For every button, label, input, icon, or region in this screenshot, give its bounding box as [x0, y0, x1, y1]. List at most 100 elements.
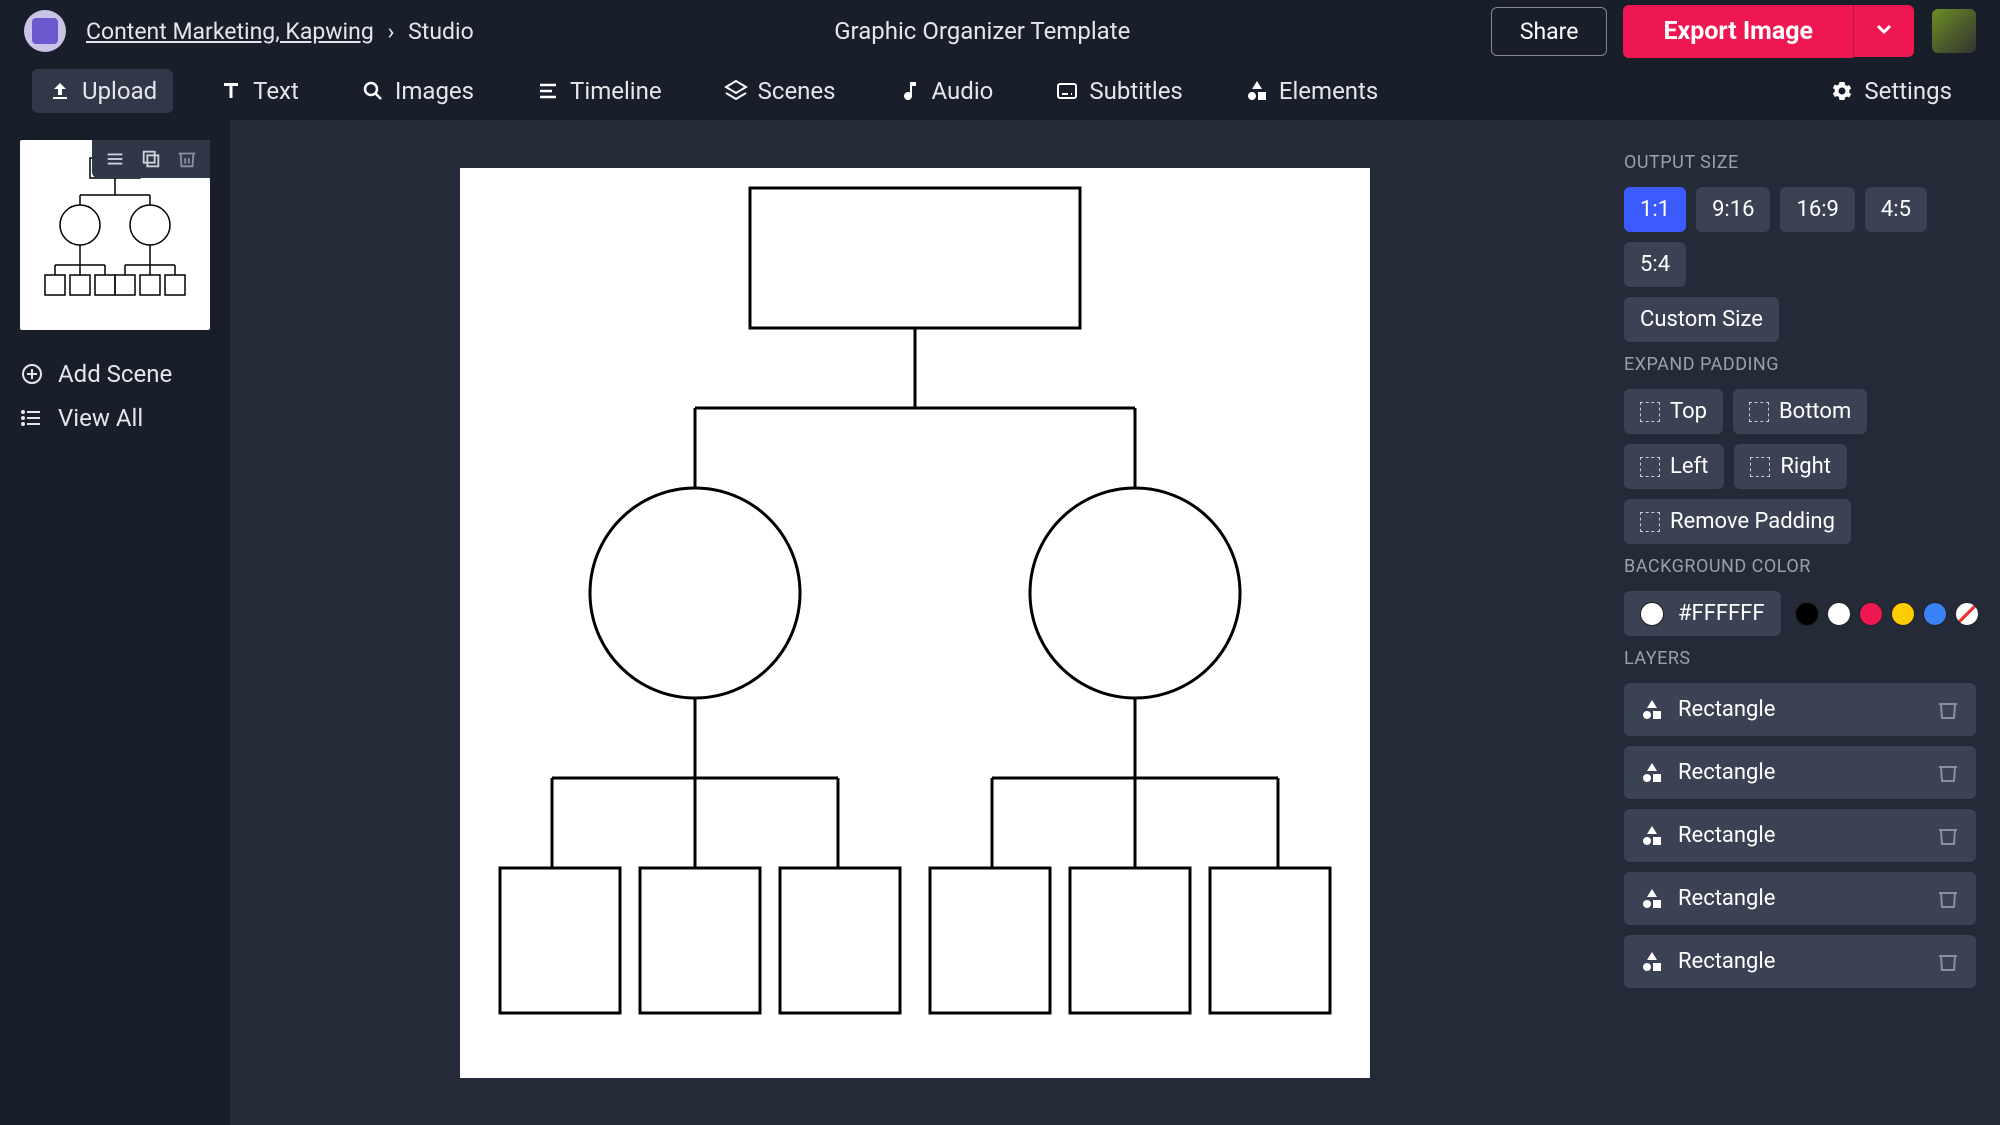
aspect-ratio-16-9[interactable]: 16:9 [1780, 187, 1854, 232]
remove-padding-label: Remove Padding [1670, 509, 1835, 534]
menu-images[interactable]: Images [345, 69, 490, 113]
pad-left-label: Left [1670, 454, 1708, 479]
menu-elements[interactable]: Elements [1229, 69, 1394, 113]
menu-subtitles-label: Subtitles [1089, 77, 1182, 105]
shapes-icon [1640, 887, 1664, 911]
subtitles-icon [1055, 79, 1079, 103]
pad-bottom-button[interactable]: Bottom [1733, 389, 1867, 434]
pad-left-button[interactable]: Left [1624, 444, 1724, 489]
chevron-down-icon [1872, 17, 1896, 41]
menu-text[interactable]: Text [203, 69, 315, 113]
trash-icon[interactable] [176, 148, 198, 170]
dashed-box-icon [1640, 457, 1660, 477]
thumbnail-tools [92, 140, 210, 178]
menu-settings[interactable]: Settings [1814, 69, 1968, 113]
swatch-red[interactable] [1859, 602, 1883, 626]
bg-hex-value: #FFFFFF [1678, 601, 1765, 626]
swatch-blue[interactable] [1923, 602, 1947, 626]
search-icon [361, 79, 385, 103]
view-all-button[interactable]: View All [20, 396, 210, 440]
swatch-yellow[interactable] [1891, 602, 1915, 626]
remove-padding-button[interactable]: Remove Padding [1624, 499, 1851, 544]
layer-name: Rectangle [1678, 697, 1922, 722]
menu-scenes-label: Scenes [758, 77, 836, 105]
text-icon [219, 79, 243, 103]
menu-subtitles[interactable]: Subtitles [1039, 69, 1198, 113]
reorder-icon[interactable] [104, 148, 126, 170]
menu-audio-label: Audio [932, 77, 994, 105]
menu-images-label: Images [395, 77, 474, 105]
layer-item[interactable]: Rectangle [1624, 683, 1976, 736]
layer-name: Rectangle [1678, 886, 1922, 911]
layers-icon [724, 79, 748, 103]
aspect-ratio-9-16[interactable]: 9:16 [1696, 187, 1770, 232]
swatch-white[interactable] [1827, 602, 1851, 626]
layer-item[interactable]: Rectangle [1624, 935, 1976, 988]
timeline-icon [536, 79, 560, 103]
layer-item[interactable]: Rectangle [1624, 809, 1976, 862]
pad-top-button[interactable]: Top [1624, 389, 1723, 434]
menu-elements-label: Elements [1279, 77, 1378, 105]
pad-top-label: Top [1670, 399, 1707, 424]
layer-item[interactable]: Rectangle [1624, 872, 1976, 925]
breadcrumb-sep: › [388, 18, 395, 45]
menu-timeline[interactable]: Timeline [520, 69, 678, 113]
layer-name: Rectangle [1678, 949, 1922, 974]
aspect-ratio-5-4[interactable]: 5:4 [1624, 242, 1686, 287]
canvas[interactable] [460, 168, 1370, 1078]
pad-right-button[interactable]: Right [1734, 444, 1847, 489]
aspect-ratio-1-1[interactable]: 1:1 [1624, 187, 1686, 232]
current-color-swatch [1640, 602, 1664, 626]
export-dropdown-button[interactable] [1853, 5, 1914, 57]
shapes-icon [1640, 761, 1664, 785]
aspect-ratio-row: 1:19:1616:94:5 5:4 [1624, 187, 1976, 287]
trash-icon[interactable] [1936, 761, 1960, 785]
shapes-icon [1245, 79, 1269, 103]
workspace-link[interactable]: Content Marketing, Kapwing [86, 18, 374, 45]
export-button[interactable]: Export Image [1623, 5, 1853, 58]
music-note-icon [898, 79, 922, 103]
breadcrumb: Content Marketing, Kapwing › Studio [86, 18, 474, 45]
menu-settings-label: Settings [1864, 77, 1952, 105]
expand-padding-label: EXPAND PADDING [1624, 354, 1976, 375]
menu-bar: Upload Text Images Timeline Scenes Audio… [0, 62, 2000, 120]
main-area: Add Scene View All [0, 120, 2000, 1125]
bg-color-button[interactable]: #FFFFFF [1624, 591, 1781, 636]
user-avatar[interactable] [1932, 9, 1976, 53]
menu-scenes[interactable]: Scenes [708, 69, 852, 113]
share-button[interactable]: Share [1491, 7, 1608, 56]
trash-icon[interactable] [1936, 824, 1960, 848]
menu-timeline-label: Timeline [570, 77, 662, 105]
dashed-box-icon [1640, 402, 1660, 422]
menu-audio[interactable]: Audio [882, 69, 1010, 113]
aspect-ratio-4-5[interactable]: 4:5 [1865, 187, 1927, 232]
app-logo[interactable] [24, 10, 66, 52]
layer-item[interactable]: Rectangle [1624, 746, 1976, 799]
menu-upload[interactable]: Upload [32, 69, 173, 113]
trash-icon[interactable] [1936, 887, 1960, 911]
output-size-label: OUTPUT SIZE [1624, 152, 1976, 173]
trash-icon[interactable] [1936, 698, 1960, 722]
swatch-black[interactable] [1795, 602, 1819, 626]
project-title[interactable]: Graphic Organizer Template [474, 17, 1491, 45]
breadcrumb-studio: Studio [408, 18, 474, 45]
top-bar: Content Marketing, Kapwing › Studio Grap… [0, 0, 2000, 62]
add-scene-button[interactable]: Add Scene [20, 352, 210, 396]
duplicate-icon[interactable] [140, 148, 162, 170]
swatch-none[interactable] [1955, 602, 1979, 626]
list-icon [20, 406, 44, 430]
trash-icon[interactable] [1936, 950, 1960, 974]
dashed-box-icon [1749, 402, 1769, 422]
add-scene-label: Add Scene [58, 360, 172, 388]
pad-bottom-label: Bottom [1779, 399, 1851, 424]
right-panel: OUTPUT SIZE 1:19:1616:94:5 5:4 Custom Siz… [1600, 120, 2000, 1125]
menu-upload-label: Upload [82, 77, 157, 105]
background-color-label: BACKGROUND COLOR [1624, 556, 1976, 577]
view-all-label: View All [58, 404, 143, 432]
pad-right-label: Right [1780, 454, 1831, 479]
custom-size-button[interactable]: Custom Size [1624, 297, 1779, 342]
left-panel: Add Scene View All [0, 120, 230, 1125]
dashed-box-icon [1640, 512, 1660, 532]
dashed-box-icon [1750, 457, 1770, 477]
shapes-icon [1640, 698, 1664, 722]
